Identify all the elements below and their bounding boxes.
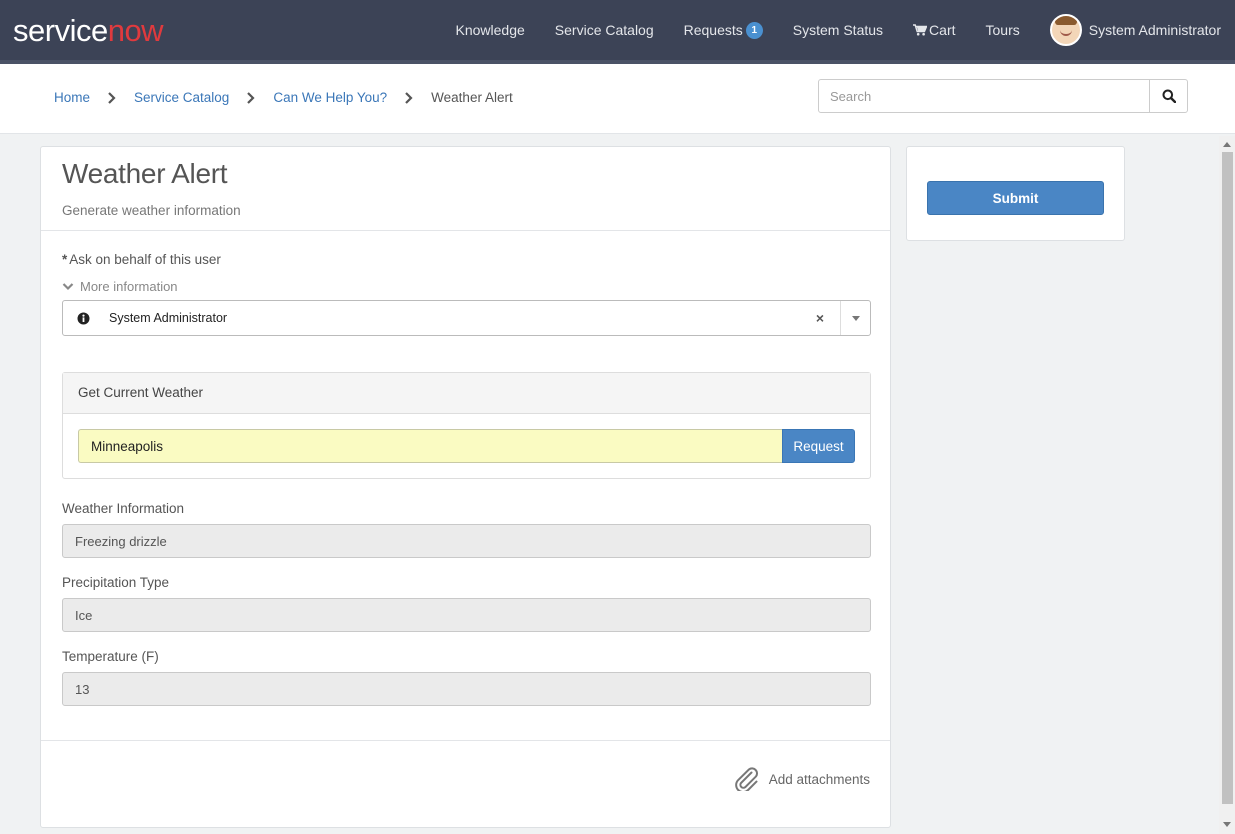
temperature-label: Temperature (F) — [62, 649, 159, 664]
breadcrumb: Home Service Catalog Can We Help You? We… — [54, 90, 513, 105]
page-subtitle: Generate weather information — [62, 203, 241, 218]
dropdown-toggle[interactable] — [840, 301, 870, 335]
temperature-field: 13 — [62, 672, 871, 706]
scroll-down-arrow-icon[interactable] — [1223, 822, 1231, 827]
catalog-item-card: Weather Alert Generate weather informati… — [40, 146, 891, 828]
search-input[interactable] — [819, 80, 1149, 112]
nav-cart[interactable]: Cart — [913, 22, 956, 38]
paperclip-icon — [734, 767, 758, 791]
more-information-toggle[interactable]: More information — [62, 279, 178, 294]
nav-requests[interactable]: Requests 1 — [683, 21, 763, 39]
search-icon — [1162, 89, 1176, 103]
scroll-up-arrow-icon[interactable] — [1223, 142, 1231, 147]
user-menu[interactable]: System Administrator — [1049, 14, 1221, 46]
scroll-thumb[interactable] — [1222, 152, 1233, 804]
order-panel: Submit — [906, 146, 1125, 241]
breadcrumb-current: Weather Alert — [431, 90, 513, 105]
servicenow-logo[interactable]: servicenow — [13, 13, 164, 48]
requests-count-badge: 1 — [745, 21, 763, 39]
city-input[interactable] — [78, 429, 782, 463]
page-scrollbar[interactable] — [1219, 136, 1235, 834]
chevron-right-icon — [405, 91, 413, 104]
request-button[interactable]: Request — [782, 429, 855, 463]
weather-info-field: Freezing drizzle — [62, 524, 871, 558]
breadcrumb-bar: Home Service Catalog Can We Help You? We… — [0, 64, 1235, 134]
weather-info-label: Weather Information — [62, 501, 185, 516]
info-circle-icon — [77, 312, 89, 324]
breadcrumb-can-we-help[interactable]: Can We Help You? — [273, 90, 387, 105]
nav-system-status[interactable]: System Status — [793, 22, 883, 38]
avatar — [1049, 14, 1082, 46]
card-footer: Add attachments — [41, 740, 890, 828]
more-information-label: More information — [80, 279, 178, 294]
nav-cart-label: Cart — [929, 22, 956, 38]
precipitation-field: Ice — [62, 598, 871, 632]
card-header: Weather Alert Generate weather informati… — [41, 147, 890, 231]
logo-service-text: service — [13, 13, 108, 48]
behalf-user-value: System Administrator — [109, 311, 228, 325]
behalf-user-select[interactable]: System Administrator × — [62, 300, 871, 336]
search-box — [818, 79, 1188, 113]
chevron-down-icon — [62, 283, 74, 291]
chevron-right-icon — [247, 91, 255, 104]
precipitation-label: Precipitation Type — [62, 575, 170, 590]
top-navbar: servicenow Knowledge Service Catalog Req… — [0, 0, 1235, 60]
behalf-label-text: Ask on behalf of this user — [69, 252, 221, 267]
weather-panel-title: Get Current Weather — [63, 373, 870, 414]
get-current-weather-panel: Get Current Weather Request — [62, 372, 871, 479]
caret-down-icon — [851, 315, 860, 321]
info-icon[interactable] — [63, 312, 103, 325]
behalf-label: * Ask on behalf of this user — [62, 252, 221, 267]
nav-requests-label: Requests — [683, 22, 743, 38]
page-title: Weather Alert — [62, 158, 228, 189]
breadcrumb-service-catalog[interactable]: Service Catalog — [134, 90, 229, 105]
logo-now-text: now — [107, 13, 164, 48]
required-marker: * — [62, 252, 68, 267]
nav-links: Knowledge Service Catalog Requests 1 Sys… — [456, 0, 1235, 60]
cart-icon — [913, 24, 928, 36]
nav-knowledge[interactable]: Knowledge — [456, 22, 525, 38]
clear-icon[interactable]: × — [800, 310, 840, 326]
breadcrumb-home[interactable]: Home — [54, 90, 90, 105]
add-attachments-link[interactable]: Add attachments — [734, 767, 870, 791]
search-button[interactable] — [1149, 80, 1187, 112]
nav-tours[interactable]: Tours — [986, 22, 1020, 38]
nav-service-catalog[interactable]: Service Catalog — [555, 22, 654, 38]
chevron-right-icon — [108, 91, 116, 104]
submit-button[interactable]: Submit — [927, 181, 1104, 215]
user-name: System Administrator — [1088, 22, 1221, 38]
add-attachments-label: Add attachments — [768, 771, 870, 787]
city-input-group: Request — [78, 429, 855, 463]
